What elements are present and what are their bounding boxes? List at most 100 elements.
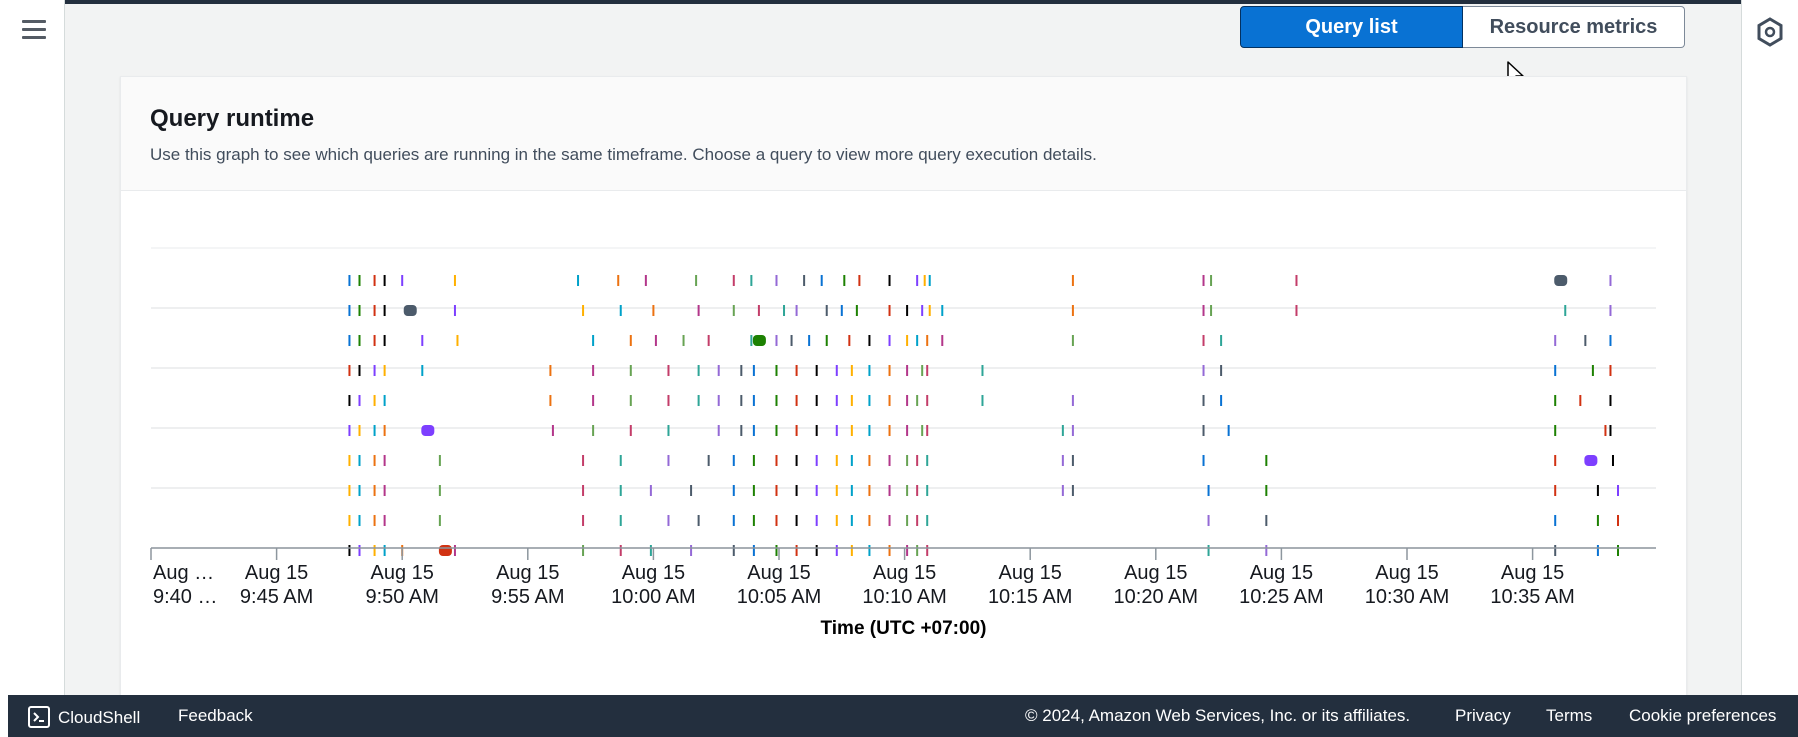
query-mark[interactable] <box>667 365 670 376</box>
query-mark[interactable] <box>941 305 944 316</box>
query-mark[interactable] <box>1202 455 1205 466</box>
cookie-preferences-link[interactable]: Cookie preferences <box>1629 706 1776 726</box>
query-mark[interactable] <box>667 515 670 526</box>
query-mark[interactable] <box>783 305 786 316</box>
query-mark[interactable] <box>815 545 818 556</box>
query-mark[interactable] <box>383 485 386 496</box>
query-mark[interactable] <box>549 365 552 376</box>
query-mark[interactable] <box>775 395 778 406</box>
query-mark[interactable] <box>775 275 778 286</box>
terms-link[interactable]: Terms <box>1546 706 1592 726</box>
query-mark[interactable] <box>868 515 871 526</box>
query-mark[interactable] <box>926 545 929 556</box>
query-mark[interactable] <box>926 335 929 346</box>
query-mark[interactable] <box>795 485 798 496</box>
query-mark[interactable] <box>906 455 909 466</box>
query-mark[interactable] <box>916 335 919 346</box>
query-mark[interactable] <box>1554 455 1557 466</box>
query-mark[interactable] <box>619 455 622 466</box>
query-mark[interactable] <box>825 335 828 346</box>
query-mark[interactable] <box>1554 425 1557 436</box>
query-mark[interactable] <box>383 275 386 286</box>
query-mark[interactable] <box>888 335 891 346</box>
query-mark[interactable] <box>1210 275 1213 286</box>
query-mark[interactable] <box>775 485 778 496</box>
query-mark[interactable] <box>697 515 700 526</box>
query-mark[interactable] <box>348 485 351 496</box>
query-mark[interactable] <box>373 275 376 286</box>
query-mark[interactable] <box>358 425 361 436</box>
query-mark[interactable] <box>438 485 441 496</box>
query-mark[interactable] <box>707 455 710 466</box>
query-mark[interactable] <box>654 335 657 346</box>
query-mark[interactable] <box>750 335 753 346</box>
query-mark[interactable] <box>1609 395 1612 406</box>
query-mark[interactable] <box>619 515 622 526</box>
query-mark[interactable] <box>373 545 376 556</box>
query-mark[interactable] <box>1210 305 1213 316</box>
query-mark[interactable] <box>981 395 984 406</box>
query-mark[interactable] <box>775 455 778 466</box>
query-mark[interactable] <box>752 425 755 436</box>
query-mark[interactable] <box>835 395 838 406</box>
query-mark[interactable] <box>551 425 554 436</box>
query-mark-long[interactable] <box>421 425 435 436</box>
query-mark[interactable] <box>1202 425 1205 436</box>
query-mark[interactable] <box>1071 485 1074 496</box>
query-mark[interactable] <box>752 365 755 376</box>
cloudshell-link[interactable]: CloudShell <box>28 706 140 728</box>
query-mark[interactable] <box>619 485 622 496</box>
query-mark[interactable] <box>358 305 361 316</box>
query-mark[interactable] <box>383 515 386 526</box>
query-mark[interactable] <box>926 395 929 406</box>
query-mark[interactable] <box>592 395 595 406</box>
query-mark[interactable] <box>358 455 361 466</box>
query-mark[interactable] <box>617 275 620 286</box>
query-mark[interactable] <box>667 455 670 466</box>
query-mark[interactable] <box>1611 455 1614 466</box>
query-mark[interactable] <box>348 275 351 286</box>
query-mark[interactable] <box>752 485 755 496</box>
query-mark[interactable] <box>717 395 720 406</box>
query-mark[interactable] <box>808 335 811 346</box>
query-mark[interactable] <box>1609 275 1612 286</box>
query-mark[interactable] <box>1265 545 1268 556</box>
query-mark[interactable] <box>921 365 924 376</box>
query-mark[interactable] <box>373 455 376 466</box>
query-mark[interactable] <box>850 545 853 556</box>
query-mark[interactable] <box>697 395 700 406</box>
query-mark[interactable] <box>1295 305 1298 316</box>
query-mark[interactable] <box>843 275 846 286</box>
query-mark[interactable] <box>1609 335 1612 346</box>
query-mark[interactable] <box>582 455 585 466</box>
query-mark[interactable] <box>348 455 351 466</box>
query-mark[interactable] <box>690 545 693 556</box>
query-mark[interactable] <box>916 485 919 496</box>
query-mark[interactable] <box>732 515 735 526</box>
query-mark[interactable] <box>1202 275 1205 286</box>
query-mark[interactable] <box>795 545 798 556</box>
query-mark[interactable] <box>888 485 891 496</box>
query-mark[interactable] <box>740 425 743 436</box>
query-mark[interactable] <box>855 305 858 316</box>
query-mark[interactable] <box>697 365 700 376</box>
query-mark[interactable] <box>582 305 585 316</box>
query-mark[interactable] <box>752 455 755 466</box>
query-mark[interactable] <box>592 365 595 376</box>
query-mark[interactable] <box>835 455 838 466</box>
query-mark[interactable] <box>582 545 585 556</box>
query-mark[interactable] <box>1617 515 1620 526</box>
query-mark[interactable] <box>835 545 838 556</box>
query-mark[interactable] <box>383 305 386 316</box>
query-mark[interactable] <box>629 395 632 406</box>
query-mark[interactable] <box>1061 425 1064 436</box>
query-mark[interactable] <box>358 515 361 526</box>
query-mark[interactable] <box>906 395 909 406</box>
query-mark[interactable] <box>926 365 929 376</box>
query-mark[interactable] <box>348 515 351 526</box>
query-mark[interactable] <box>1609 425 1612 436</box>
query-mark[interactable] <box>752 515 755 526</box>
query-mark[interactable] <box>373 305 376 316</box>
query-mark[interactable] <box>1584 335 1587 346</box>
query-mark[interactable] <box>1207 515 1210 526</box>
